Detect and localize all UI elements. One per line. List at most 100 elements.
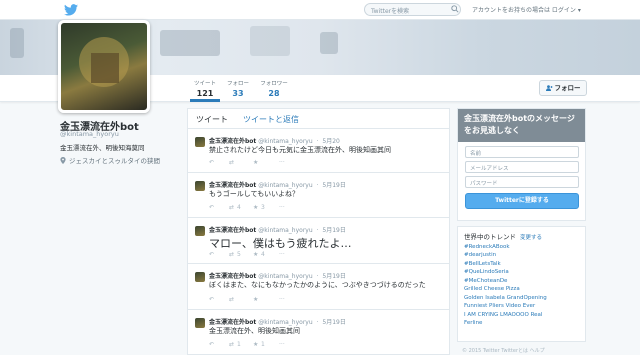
tab-tweets-and-replies[interactable]: ツイートと返信 <box>243 114 299 125</box>
tweet-author-handle[interactable]: @kintama_hyoryu <box>258 227 312 234</box>
tweet-text: マロー、僕はもう疲れたよ… <box>209 237 352 250</box>
favorite-icon[interactable]: ★ <box>253 296 258 303</box>
trend-item[interactable]: Grilled Cheese Pizza <box>464 286 579 292</box>
favorite-count: 4 <box>261 251 265 258</box>
more-icon[interactable]: ··· <box>279 296 285 303</box>
search-icon[interactable] <box>451 5 459 13</box>
tweet-text: 禁止されたけど今日も元気に金玉漂流在外、明後知画其间 <box>209 146 391 154</box>
top-navigation-bar: Twitterを検索 アカウントをお持ちの場合は ログイン ▾ <box>0 0 640 20</box>
tweet-item[interactable]: 金玉漂流在外bot @kintama_hyoryu · 5月19日 もうゴールして… <box>188 173 449 218</box>
trend-item[interactable]: #BellLetsTalk <box>464 261 579 267</box>
trend-item[interactable]: #QueLindoSeria <box>464 269 579 275</box>
favorite-icon[interactable]: ★ <box>253 159 258 166</box>
tweet-author-name[interactable]: 金玉漂流在外bot <box>209 182 256 189</box>
favorite-icon[interactable]: ★ <box>253 204 258 211</box>
tweet-date[interactable]: 5月19日 <box>322 227 345 234</box>
tweet-author-name[interactable]: 金玉漂流在外bot <box>209 319 256 326</box>
stat-following[interactable]: フォロー 33 <box>226 79 250 98</box>
reply-icon[interactable]: ↶ <box>209 296 214 303</box>
retweet-icon[interactable]: ⇄ <box>229 251 234 258</box>
tweet-date[interactable]: 5月19日 <box>322 273 345 280</box>
stat-tweets[interactable]: ツイート 121 <box>190 79 220 102</box>
stat-followers[interactable]: フォロワー 28 <box>259 79 289 98</box>
tweet-text: 金玉漂流在外、明後知画其间 <box>209 327 300 335</box>
footer-links[interactable]: © 2015 Twitter Twitterとは ヘルプ <box>462 347 545 354</box>
twitter-bird-icon[interactable] <box>64 4 78 16</box>
retweet-icon[interactable]: ⇄ <box>229 159 234 166</box>
password-field[interactable]: パスワード <box>465 176 579 188</box>
more-icon[interactable]: ··· <box>279 159 285 166</box>
trends-header: 世界中のトレンド 変更する <box>464 231 579 241</box>
stat-following-count: 33 <box>232 89 244 98</box>
tweet-text: ぼくはまた、なにもなかったかのように、つぶやきつづけるのだった <box>209 281 426 289</box>
stat-tweets-count: 121 <box>196 89 214 98</box>
tweet-item[interactable]: 金玉漂流在外bot @kintama_hyoryu · 5月20 禁止されたけど今… <box>188 129 449 173</box>
stat-followers-count: 28 <box>268 89 280 98</box>
login-link[interactable]: アカウントをお持ちの場合は ログイン ▾ <box>472 5 581 14</box>
tweet-avatar[interactable] <box>195 272 205 282</box>
tweet-avatar[interactable] <box>195 137 205 147</box>
reply-icon[interactable]: ↶ <box>209 159 214 166</box>
more-icon[interactable]: ··· <box>279 341 285 348</box>
trends-module: 世界中のトレンド 変更する #RedneckABook #dearjustin #… <box>457 226 586 342</box>
trend-item[interactable]: #RedneckABook <box>464 244 579 250</box>
tweet-author-handle[interactable]: @kintama_hyoryu <box>258 319 312 326</box>
follow-button[interactable]: フォロー <box>539 80 587 96</box>
profile-location-text: ジェスカイとスゥルタイの狭間 <box>69 157 160 165</box>
profile-location: ジェスカイとスゥルタイの狭間 <box>60 155 160 165</box>
trend-item[interactable]: Funniest Pliers Video Ever <box>464 303 579 309</box>
favorite-icon[interactable]: ★ <box>253 251 258 258</box>
retweet-icon[interactable]: ⇄ <box>229 341 234 348</box>
tweet-item[interactable]: 金玉漂流在外bot @kintama_hyoryu · 5月19日 金玉漂流在外、… <box>188 310 449 354</box>
trends-title: 世界中のトレンド <box>464 233 516 241</box>
reply-icon[interactable]: ↶ <box>209 251 214 258</box>
tweet-header: 金玉漂流在外bot @kintama_hyoryu · 5月19日 <box>209 319 346 326</box>
tweet-author-handle[interactable]: @kintama_hyoryu <box>258 182 312 189</box>
tweet-item[interactable]: 金玉漂流在外bot @kintama_hyoryu · 5月19日 マロー、僕はも… <box>188 218 449 264</box>
timeline-tabs: ツイート ツイートと返信 <box>188 109 449 129</box>
tweet-author-handle[interactable]: @kintama_hyoryu <box>258 273 312 280</box>
tweet-author-name[interactable]: 金玉漂流在外bot <box>209 227 256 234</box>
tweet-author-name[interactable]: 金玉漂流在外bot <box>209 138 256 145</box>
profile-bio: 金玉漂流在外、明後知海莫同 <box>60 144 145 152</box>
reply-icon[interactable]: ↶ <box>209 341 214 348</box>
stat-tweets-label: ツイート <box>193 81 216 87</box>
trend-item[interactable]: #MeChoteanDe <box>464 278 579 284</box>
tweet-date[interactable]: 5月19日 <box>322 319 345 326</box>
tweet-avatar[interactable] <box>195 318 205 328</box>
tweet-date[interactable]: 5月20 <box>322 138 339 145</box>
trend-item[interactable]: I AM CRYING LMAOOOO Real <box>464 312 579 318</box>
tweet-header: 金玉漂流在外bot @kintama_hyoryu · 5月19日 <box>209 273 346 280</box>
tweet-date[interactable]: 5月19日 <box>322 182 345 189</box>
trend-item[interactable]: Golden Isabela GrandOpening <box>464 295 579 301</box>
tweet-avatar[interactable] <box>195 226 205 236</box>
signup-header: 金玉漂流在外botのメッセージをお見逃しなく <box>458 109 585 142</box>
tab-tweets[interactable]: ツイート <box>196 114 228 125</box>
trend-item[interactable]: #dearjustin <box>464 252 579 258</box>
profile-handle[interactable]: @kintama_hyoryu <box>60 130 119 138</box>
stat-followers-label: フォロワー <box>260 81 288 87</box>
tweet-author-name[interactable]: 金玉漂流在外bot <box>209 273 256 280</box>
tweet-item[interactable]: 金玉漂流在外bot @kintama_hyoryu · 5月19日 ぼくはまた、な… <box>188 264 449 310</box>
signup-button[interactable]: Twitterに登録する <box>465 193 579 209</box>
tweet-header: 金玉漂流在外bot @kintama_hyoryu · 5月19日 <box>209 227 346 234</box>
retweet-count: 4 <box>237 204 241 211</box>
trends-change-link[interactable]: 変更する <box>520 235 542 241</box>
trend-item[interactable]: Ferline <box>464 320 579 326</box>
avatar[interactable] <box>58 20 150 113</box>
favorite-icon[interactable]: ★ <box>253 341 258 348</box>
tweet-author-handle[interactable]: @kintama_hyoryu <box>258 138 312 145</box>
retweet-icon[interactable]: ⇄ <box>229 296 234 303</box>
name-field[interactable]: 名前 <box>465 146 579 158</box>
stat-following-label: フォロー <box>226 81 249 87</box>
more-icon[interactable]: ··· <box>279 204 285 211</box>
reply-icon[interactable]: ↶ <box>209 204 214 211</box>
add-user-icon <box>545 85 552 91</box>
more-icon[interactable]: ··· <box>279 251 285 258</box>
retweet-count: 1 <box>237 341 241 348</box>
retweet-icon[interactable]: ⇄ <box>229 204 234 211</box>
signup-title: 金玉漂流在外botのメッセージをお見逃しなく <box>464 114 575 135</box>
search-input[interactable]: Twitterを検索 <box>364 3 461 16</box>
email-field[interactable]: メールアドレス <box>465 161 579 173</box>
tweet-avatar[interactable] <box>195 181 205 191</box>
